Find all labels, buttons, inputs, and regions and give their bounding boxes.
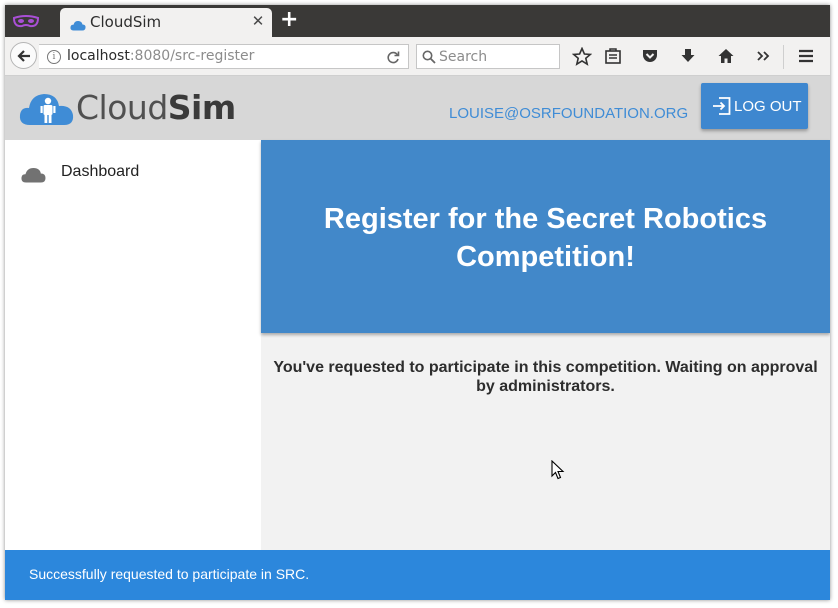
cloudsim-logo-icon[interactable] (19, 89, 75, 131)
home-icon[interactable] (717, 47, 739, 67)
sidebar-item-dashboard[interactable]: Dashboard (21, 162, 241, 188)
close-tab-icon[interactable]: ✕ (250, 12, 266, 30)
user-email-link[interactable]: LOUISE@OSRFOUNDATION.ORG (449, 105, 688, 122)
private-mask-icon (12, 14, 40, 33)
search-bar[interactable] (416, 44, 560, 69)
url-host: localhost (67, 48, 130, 64)
hamburger-menu-icon[interactable] (797, 47, 819, 67)
back-arrow-icon (17, 50, 30, 62)
logout-label: LOG OUT (734, 98, 802, 115)
logout-button[interactable]: LOG OUT (701, 83, 808, 129)
bookmark-star-icon[interactable] (571, 46, 594, 67)
url-path: :8080/src-register (129, 48, 255, 64)
browser-window: CloudSim ✕ + i localhost:8080/src-regist… (5, 5, 830, 600)
tab-strip: CloudSim ✕ + (5, 5, 830, 37)
url-text[interactable]: localhost:8080/src-register (67, 48, 254, 64)
logout-icon (712, 97, 731, 119)
logo-text-light: Cloud (76, 88, 168, 127)
reload-icon[interactable] (386, 49, 400, 68)
search-icon (422, 49, 436, 68)
navigation-bar: i localhost:8080/src-register (5, 37, 830, 76)
new-tab-plus-icon[interactable]: + (280, 7, 298, 32)
sidebar-item-label: Dashboard (61, 163, 140, 180)
url-bar[interactable]: i localhost:8080/src-register (39, 44, 409, 69)
downloads-icon[interactable] (679, 47, 701, 67)
logo-text-bold: Sim (167, 88, 236, 127)
status-message: You've requested to participate in this … (273, 359, 818, 395)
cloud-favicon-icon (70, 16, 86, 35)
toolbar-divider (783, 45, 784, 69)
back-button[interactable] (10, 42, 37, 69)
mouse-cursor-icon (551, 459, 565, 484)
info-icon[interactable]: i (47, 50, 61, 64)
cloud-icon (21, 167, 46, 187)
app-header: CloudSim LOUISE@OSRFOUNDATION.ORG LOG OU… (5, 76, 830, 140)
sidebar: Dashboard (5, 140, 261, 550)
reading-list-icon[interactable] (604, 47, 626, 67)
logo-wordmark[interactable]: CloudSim (76, 88, 236, 127)
main-content: Register for the Secret Robotics Competi… (261, 140, 830, 550)
tab-cloudsim[interactable]: CloudSim ✕ (60, 8, 272, 37)
pocket-icon[interactable] (641, 47, 663, 67)
toast-notification: Successfully requested to participate in… (5, 550, 830, 600)
page-title: Register for the Secret Robotics Competi… (323, 203, 768, 273)
overflow-chevron-icon[interactable] (755, 47, 777, 67)
tab-title: CloudSim (90, 13, 162, 31)
toast-text: Successfully requested to participate in… (29, 566, 310, 582)
search-input[interactable] (439, 47, 554, 66)
hero-banner: Register for the Secret Robotics Competi… (261, 140, 830, 333)
